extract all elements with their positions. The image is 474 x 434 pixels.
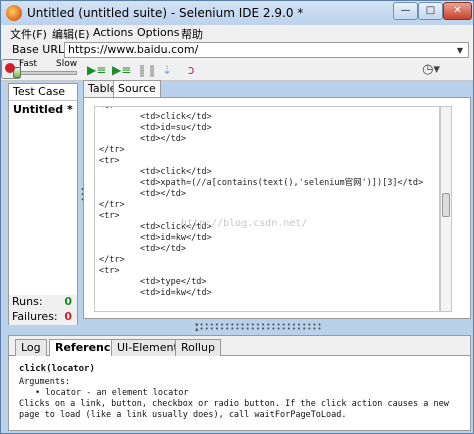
source-editor[interactable]: <tr> <td>click</td> <td>id=su</td> <td><… [94,106,440,312]
editor-scrollbar[interactable] [440,106,452,312]
test-case-header[interactable]: Test Case [9,84,77,101]
base-url-value: https://www.baidu.com/ [68,43,199,56]
test-case-item[interactable]: Untitled * [9,102,77,117]
title-bar[interactable]: Untitled (untitled suite) - Selenium IDE… [1,1,473,25]
menu-file[interactable]: 文件(F) [10,26,47,42]
selenium-ide-window: Untitled (untitled suite) - Selenium IDE… [0,0,474,434]
editor-tabs: Table Source [83,80,471,98]
menu-actions[interactable]: Actions [93,26,133,39]
reference-argument-text: locator - an element locator [45,388,189,398]
pause-icon[interactable]: ❚❚ [137,62,157,78]
rollup-icon[interactable]: ↄ [182,62,200,78]
runs-row: Runs: 0 [9,295,77,310]
reference-command-title: click(locator) [19,364,95,374]
toolbar: Fast Slow ▶≡ ▶≡ ❚❚ ⇣ ↄ ◷▾ [1,59,473,81]
speed-slider-track[interactable] [13,71,77,75]
bottom-tabs: Log Reference UI-Element Rollup [9,336,470,356]
reference-content: click(locator) Arguments: • locator - an… [19,364,459,421]
watermark-text: http://blog.csdn.net/ [181,218,308,229]
maximize-button[interactable]: □ [418,2,443,20]
base-url-label: Base URL [12,43,65,56]
menu-bar: 文件(F) 编辑(E) Actions Options 帮助 [1,25,473,42]
failures-count: 0 [64,310,72,323]
menu-help[interactable]: 帮助 [181,26,203,42]
firefox-app-icon [6,5,22,21]
base-url-input[interactable]: https://www.baidu.com/ ▼ [64,42,469,58]
runs-label: Runs: [12,295,43,308]
bottom-panel: Log Reference UI-Element Rollup click(lo… [8,335,471,431]
reference-arguments-label: Arguments: [19,377,71,387]
tab-rollup[interactable]: Rollup [175,339,221,356]
editor-scrollbar-thumb[interactable] [442,193,450,217]
window-title: Untitled (untitled suite) - Selenium IDE… [27,6,304,20]
reference-argument-item: • locator - an element locator [35,388,189,398]
speed-fast-label: Fast [19,59,38,69]
tab-source[interactable]: Source [113,80,161,98]
play-all-icon[interactable]: ▶≡ [87,62,106,78]
tab-ui-element[interactable]: UI-Element [111,339,184,356]
close-button[interactable]: ✕ [443,2,472,20]
speed-slow-label: Slow [56,59,78,69]
schedule-clock-icon[interactable]: ◷▾ [422,62,440,78]
menu-options[interactable]: Options [137,26,179,39]
minimize-button[interactable]: — [393,2,418,20]
test-case-panel: Test Case Untitled * Runs: 0 Failures: 0 [8,83,78,325]
record-icon [5,63,15,73]
failures-row: Failures: 0 [9,310,77,325]
failures-label: Failures: [12,310,58,323]
base-url-row: Base URL https://www.baidu.com/ ▼ [1,42,473,59]
menu-edit[interactable]: 编辑(E) [52,26,90,42]
runs-count: 0 [64,295,72,308]
bottom-splitter-handle[interactable]: ▴•••••••••••••••••••••••• [195,325,323,333]
chevron-down-icon[interactable]: ▼ [454,45,466,57]
play-current-icon[interactable]: ▶≡ [112,62,131,78]
source-editor-frame: <tr> <td>click</td> <td>id=su</td> <td><… [83,97,471,319]
reference-description: Clicks on a link, button, checkbox or ra… [19,399,449,420]
step-icon[interactable]: ⇣ [158,62,176,78]
tab-log[interactable]: Log [15,339,47,356]
source-code: <tr> <td>click</td> <td>id=su</td> <td><… [99,106,424,298]
